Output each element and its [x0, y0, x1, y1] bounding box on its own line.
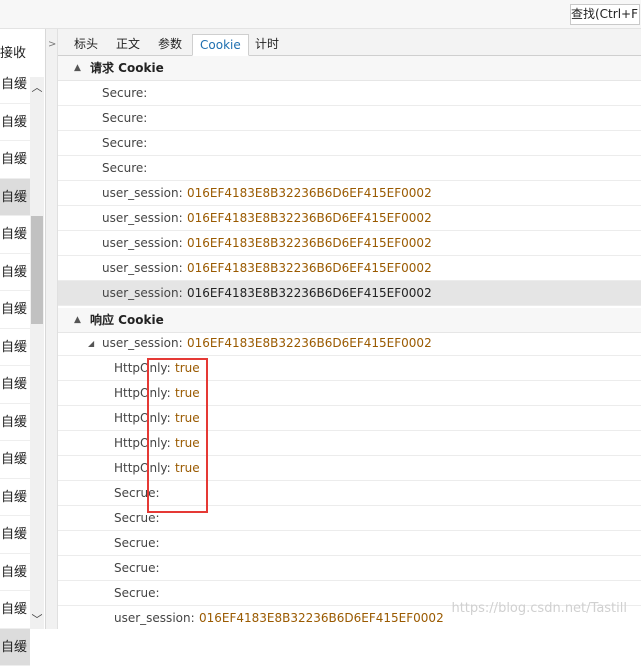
cookie-key: Secrue:: [114, 556, 160, 581]
column-header-received[interactable]: 接收: [0, 42, 30, 66]
cookie-value: 016EF4183E8B32236B6D6EF415EF0002: [187, 281, 432, 306]
chevron-right-icon[interactable]: >: [48, 39, 56, 50]
session-list-item[interactable]: 自缓: [0, 141, 30, 179]
scroll-up-icon[interactable]: ︿: [30, 81, 44, 95]
session-list-item[interactable]: 自缓: [0, 66, 30, 104]
cookie-value: 016EF4183E8B32236B6D6EF415EF0002: [187, 231, 432, 256]
scroll-down-icon[interactable]: ﹀: [30, 613, 44, 627]
cookie-row[interactable]: HttpOnly:true: [58, 406, 641, 431]
cookie-row[interactable]: user_session:016EF4183E8B32236B6D6EF415E…: [58, 231, 641, 256]
tab-body[interactable]: 正文: [109, 34, 147, 56]
vertical-scrollbar[interactable]: ︿ ﹀: [30, 77, 44, 629]
collapse-triangle-icon[interactable]: ▲: [74, 56, 81, 81]
expand-triangle-icon[interactable]: ◢: [88, 331, 94, 356]
cookie-key: user_session:: [102, 331, 183, 356]
cookie-row[interactable]: HttpOnly:true: [58, 431, 641, 456]
highlight-annotation-box: [147, 358, 208, 513]
cookie-row[interactable]: Secrue:: [58, 481, 641, 506]
session-list-item[interactable]: 自缓: [0, 554, 30, 592]
cookie-row[interactable]: Secure:: [58, 156, 641, 181]
cookie-key: user_session:: [102, 281, 183, 306]
watermark-text: https://blog.csdn.net/Tastill: [451, 601, 627, 616]
tab-params[interactable]: 参数: [151, 34, 189, 56]
cookie-row[interactable]: user_session:016EF4183E8B32236B6D6EF415E…: [58, 256, 641, 281]
session-list-item[interactable]: 自缓: [0, 216, 30, 254]
cookie-value: 016EF4183E8B32236B6D6EF415EF0002: [187, 206, 432, 231]
cookie-row[interactable]: HttpOnly:true: [58, 381, 641, 406]
cookie-key: Secure:: [102, 156, 147, 181]
cookie-key: user_session:: [102, 181, 183, 206]
cookie-row[interactable]: Secure:: [58, 131, 641, 156]
section-title: 响应 Cookie: [90, 308, 164, 333]
inspector-tabs: 标头正文参数Cookie计时: [58, 29, 641, 56]
cookie-key: user_session:: [102, 256, 183, 281]
cookie-row[interactable]: HttpOnly:true: [58, 356, 641, 381]
cookie-value: 016EF4183E8B32236B6D6EF415EF0002: [199, 606, 444, 629]
find-button[interactable]: 查找(Ctrl+F): [570, 4, 640, 25]
session-list-item[interactable]: 自缓: [0, 104, 30, 142]
cookie-key: Secure:: [102, 106, 147, 131]
cookie-row[interactable]: Secrue:: [58, 531, 641, 556]
scroll-thumb[interactable]: [31, 216, 43, 324]
cookie-key: user_session:: [114, 606, 195, 629]
cookie-value: 016EF4183E8B32236B6D6EF415EF0002: [187, 256, 432, 281]
session-list-item[interactable]: 自缓: [0, 591, 30, 629]
cookie-row[interactable]: Secrue:: [58, 506, 641, 531]
session-list-item[interactable]: 自缓: [0, 516, 30, 554]
cookie-row[interactable]: user_session:016EF4183E8B32236B6D6EF415E…: [58, 181, 641, 206]
top-toolbar: 查找(Ctrl+F): [0, 0, 641, 29]
session-list-item[interactable]: 自缓: [0, 254, 30, 292]
collapse-triangle-icon[interactable]: ▲: [74, 308, 81, 333]
tab-headers[interactable]: 标头: [67, 34, 105, 56]
cookie-key: Secure:: [102, 131, 147, 156]
session-list-item[interactable]: 自缓: [0, 441, 30, 479]
cookie-key: user_session:: [102, 206, 183, 231]
cookie-key: user_session:: [102, 231, 183, 256]
tab-timing[interactable]: 计时: [248, 34, 286, 56]
session-list-item[interactable]: 自缓: [0, 329, 30, 367]
session-list-item[interactable]: 自缓: [0, 404, 30, 442]
cookie-value: 016EF4183E8B32236B6D6EF415EF0002: [187, 331, 432, 356]
session-list-item[interactable]: 自缓: [0, 479, 30, 517]
session-list-item[interactable]: 自缓: [0, 629, 30, 666]
cookie-key: Secrue:: [114, 581, 160, 606]
cookie-key: Secure:: [102, 81, 147, 106]
cookie-row[interactable]: user_session:016EF4183E8B32236B6D6EF415E…: [58, 331, 641, 356]
session-list-item[interactable]: 自缓: [0, 366, 30, 404]
cookie-row[interactable]: user_session:016EF4183E8B32236B6D6EF415E…: [58, 206, 641, 231]
cookie-value: 016EF4183E8B32236B6D6EF415EF0002: [187, 181, 432, 206]
cookie-view: ▲请求 CookieSecure:Secure:Secure:Secure:us…: [58, 56, 641, 629]
tab-cookie[interactable]: Cookie: [192, 34, 249, 56]
session-list-item[interactable]: 自缓: [0, 291, 30, 329]
cookie-row[interactable]: user_session:016EF4183E8B32236B6D6EF415E…: [58, 281, 641, 306]
cookie-row[interactable]: Secure:: [58, 81, 641, 106]
session-list-pane: 接收 自缓自缓自缓自缓自缓自缓自缓自缓自缓自缓自缓自缓自缓自缓自缓自缓 ︿ ﹀: [0, 29, 46, 629]
session-list-item[interactable]: 自缓: [0, 179, 30, 217]
section-header-request-cookie[interactable]: ▲ 请求 Cookie: [58, 56, 641, 81]
section-header-response-cookie[interactable]: ▲ 响应 Cookie: [58, 308, 641, 333]
cookie-row[interactable]: Secrue:: [58, 556, 641, 581]
cookie-row[interactable]: HttpOnly:true: [58, 456, 641, 481]
session-list: 自缓自缓自缓自缓自缓自缓自缓自缓自缓自缓自缓自缓自缓自缓自缓自缓: [0, 66, 30, 666]
collapse-strip[interactable]: >: [46, 29, 58, 629]
section-title: 请求 Cookie: [90, 56, 164, 81]
cookie-key: Secrue:: [114, 531, 160, 556]
cookie-row[interactable]: Secure:: [58, 106, 641, 131]
